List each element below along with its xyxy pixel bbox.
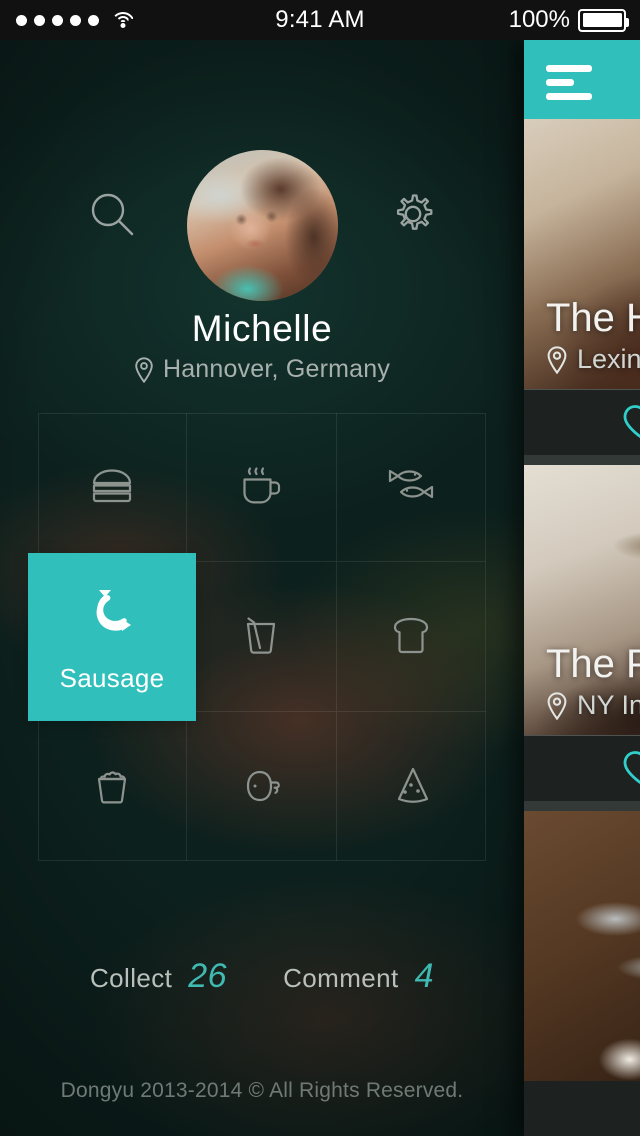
feed-pane: The H Lexing [524, 40, 640, 1136]
feed-card-image: The P NY Infi [524, 465, 640, 735]
burger-icon [93, 469, 132, 503]
feed-card-meta: The H Lexing [524, 295, 640, 389]
hamburger-menu-icon[interactable] [546, 65, 592, 107]
feed-card-separator [524, 801, 640, 811]
phone-screen: 9:41 AM 100% Michelle Hannover, Germany … [0, 0, 640, 1136]
profile-stats: Collect 26 Comment 4 [0, 957, 524, 996]
location-pin-icon [547, 691, 567, 720]
stat-comment-value: 4 [414, 957, 435, 995]
search-icon [91, 193, 134, 236]
copyright-text: Dongyu 2013-2014 © All Rights Reserved. [60, 1079, 464, 1102]
avatar[interactable] [187, 150, 338, 301]
stat-collect[interactable]: Collect 26 [90, 957, 227, 996]
stat-collect-label: Collect [89, 963, 173, 993]
category-cell-pizza[interactable] [337, 712, 486, 861]
gear-icon [396, 194, 433, 230]
status-bar: 9:41 AM 100% [0, 0, 640, 40]
settings-button[interactable] [381, 182, 445, 246]
stat-comment-label: Comment [283, 963, 399, 993]
feed-card-photo [524, 811, 640, 1081]
profile-pane: Michelle Hannover, Germany Sausage Colle… [0, 40, 524, 1136]
feed-card-location: Lexing [546, 344, 640, 375]
category-cell-sausage[interactable]: Sausage [28, 553, 196, 721]
battery-percent-label: 100% [508, 6, 570, 33]
feed-card-image: The H Lexing [524, 119, 640, 389]
profile-location: Hannover, Germany [0, 355, 524, 384]
feed-card-location-label: Lexing [577, 344, 640, 374]
feed-card-title: The H [546, 295, 640, 340]
category-cell-drink[interactable] [187, 562, 337, 712]
category-cell-bread[interactable] [336, 562, 486, 712]
feed-card-title: The P [546, 641, 640, 686]
feed-card-location: NY Infi [546, 690, 640, 721]
feed-card[interactable] [524, 811, 640, 1081]
feed-card-actions [524, 389, 640, 455]
category-cell-popcorn[interactable] [38, 711, 188, 861]
soda-cup-icon [247, 617, 276, 655]
category-grid: Sausage [28, 413, 486, 861]
feed-card-image [524, 811, 640, 1081]
category-cell-fish[interactable] [336, 413, 486, 563]
feed-card[interactable]: The H Lexing [524, 119, 640, 455]
sausage-icon [96, 589, 131, 631]
fish-icon [389, 470, 434, 499]
stat-collect-value: 26 [188, 957, 228, 995]
feed-card-meta: The P NY Infi [524, 641, 640, 735]
category-cell-burger[interactable] [38, 413, 188, 563]
status-bar-right: 100% [508, 6, 629, 34]
bread-slice-icon [394, 618, 429, 654]
search-button[interactable] [80, 182, 144, 246]
stat-comment[interactable]: Comment 4 [283, 957, 434, 996]
category-cell-ham[interactable] [187, 711, 337, 861]
battery-full-icon [578, 8, 629, 32]
location-pin-icon [135, 356, 153, 383]
category-cell-coffee[interactable] [187, 413, 337, 563]
avatar-photo-detail [187, 150, 338, 301]
feed-card-actions [524, 735, 640, 801]
location-pin-icon [547, 345, 567, 374]
heart-outline-icon[interactable] [621, 748, 640, 790]
coffee-cup-icon [243, 467, 281, 504]
profile-location-label: Hannover, Germany [162, 355, 391, 383]
feed-card-separator [524, 455, 640, 465]
feed-card[interactable]: The P NY Infi [524, 465, 640, 801]
category-label-sausage: Sausage [59, 662, 165, 693]
pizza-slice-icon [398, 768, 429, 804]
feed-header [524, 40, 640, 119]
feed-card-location-label: NY Infi [577, 690, 640, 720]
popcorn-icon [98, 771, 127, 804]
ham-leg-icon [247, 771, 281, 802]
page-title: Michelle [191, 308, 333, 349]
heart-outline-icon[interactable] [621, 402, 640, 444]
